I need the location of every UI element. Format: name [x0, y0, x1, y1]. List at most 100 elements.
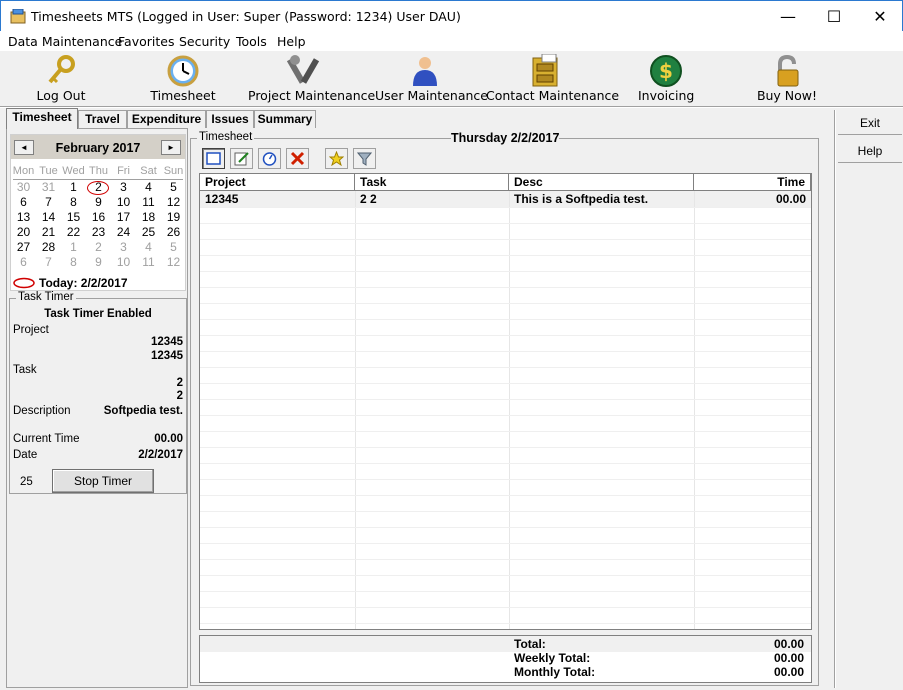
- calendar-day[interactable]: 4: [136, 180, 161, 194]
- calendar-day[interactable]: 31: [36, 180, 61, 194]
- calendar-day[interactable]: 11: [136, 255, 161, 269]
- buy-now-button[interactable]: Buy Now!: [756, 51, 818, 105]
- calendar-day[interactable]: 8: [61, 255, 86, 269]
- close-button[interactable]: ✕: [857, 1, 903, 31]
- calendar-day[interactable]: 5: [161, 180, 186, 194]
- calendar-dow: Mon: [12, 165, 35, 177]
- calendar-day[interactable]: 7: [36, 255, 61, 269]
- calendar-day[interactable]: 25: [136, 225, 161, 239]
- calendar-day[interactable]: 1: [61, 180, 86, 194]
- maximize-button[interactable]: ☐: [811, 1, 857, 31]
- project-maintenance-button[interactable]: Project Maintenance: [248, 51, 375, 105]
- calendar-day[interactable]: 18: [136, 210, 161, 224]
- calendar-day[interactable]: 28: [36, 240, 61, 254]
- calendar-day[interactable]: 4: [136, 240, 161, 254]
- calendar-day[interactable]: 11: [136, 195, 161, 209]
- calendar-day[interactable]: 21: [36, 225, 61, 239]
- calendar-day[interactable]: 3: [111, 240, 136, 254]
- timesheet-label: Timesheet: [150, 88, 216, 103]
- calendar-day[interactable]: 15: [61, 210, 86, 224]
- main-toolbar: Log Out Timesheet Project Maintenance Us…: [0, 51, 903, 106]
- calendar-day[interactable]: 17: [111, 210, 136, 224]
- calendar-day[interactable]: 12: [161, 195, 186, 209]
- calendar-dow: Sat: [140, 165, 157, 177]
- exit-button[interactable]: Exit: [838, 111, 902, 135]
- grid-row-line: [200, 511, 811, 512]
- stop-timer-button[interactable]: Stop Timer: [52, 469, 154, 493]
- tab-expenditure[interactable]: Expenditure: [127, 110, 206, 128]
- column-header-desc[interactable]: Desc: [509, 174, 694, 191]
- tab-timesheet[interactable]: Timesheet: [6, 108, 78, 129]
- calendar-day[interactable]: 1: [61, 240, 86, 254]
- calendar-day[interactable]: 3: [111, 180, 136, 194]
- select-button[interactable]: [202, 148, 225, 169]
- calendar-day[interactable]: 22: [61, 225, 86, 239]
- timesheet-button[interactable]: Timesheet: [150, 51, 216, 105]
- calendar-day[interactable]: 20: [11, 225, 36, 239]
- menu-tools[interactable]: Tools: [236, 34, 267, 49]
- timer-button[interactable]: [258, 148, 281, 169]
- next-month-button[interactable]: ►: [161, 140, 181, 155]
- timesheet-grid[interactable]: Project Task Desc Time 12345 2 2 This is…: [199, 173, 812, 630]
- calendar-day[interactable]: 9: [86, 255, 111, 269]
- row-time-cell[interactable]: 00.00: [694, 191, 811, 207]
- menu-data-maintenance[interactable]: Data Maintenance: [8, 34, 122, 49]
- menu-favorites[interactable]: Favorites: [118, 34, 174, 49]
- help-button[interactable]: Help: [838, 139, 902, 163]
- calendar-day[interactable]: 16: [86, 210, 111, 224]
- menu-bar: Data Maintenance Favorites Security Tool…: [0, 31, 903, 51]
- calendar-day[interactable]: 19: [161, 210, 186, 224]
- calendar-day[interactable]: 9: [86, 195, 111, 209]
- calendar-day[interactable]: 30: [11, 180, 36, 194]
- calendar-day[interactable]: 7: [36, 195, 61, 209]
- invoicing-button[interactable]: $ Invoicing: [638, 51, 694, 105]
- row-desc-cell[interactable]: This is a Softpedia test.: [509, 191, 694, 207]
- log-out-label: Log Out: [36, 88, 86, 103]
- project-value-2: 12345: [151, 350, 183, 362]
- calendar-day[interactable]: 2: [86, 240, 111, 254]
- delete-button[interactable]: [286, 148, 309, 169]
- menu-help[interactable]: Help: [277, 34, 306, 49]
- calendar-day[interactable]: 10: [111, 195, 136, 209]
- calendar-dow: Tue: [39, 165, 58, 177]
- date-value: 2/2/2017: [138, 449, 183, 461]
- calendar-day[interactable]: 26: [161, 225, 186, 239]
- grid-row-line: [200, 303, 811, 304]
- current-time-value: 00.00: [154, 433, 183, 445]
- filter-button[interactable]: [353, 148, 376, 169]
- column-header-task[interactable]: Task: [355, 174, 509, 191]
- calendar-today[interactable]: Today: 2/2/2017: [39, 276, 128, 290]
- calendar-day[interactable]: 6: [11, 195, 36, 209]
- column-header-project[interactable]: Project: [200, 174, 355, 191]
- row-project-cell[interactable]: 12345: [200, 191, 355, 207]
- calendar-day[interactable]: 12: [161, 255, 186, 269]
- tab-travel[interactable]: Travel: [78, 110, 127, 128]
- grid-row-line: [200, 495, 811, 496]
- calendar-day[interactable]: 10: [111, 255, 136, 269]
- calendar-day[interactable]: 6: [11, 255, 36, 269]
- calendar-day[interactable]: 13: [11, 210, 36, 224]
- row-task-cell[interactable]: 2 2: [355, 191, 509, 207]
- calendar-day[interactable]: 24: [111, 225, 136, 239]
- project-value: 12345: [151, 336, 183, 348]
- tab-issues[interactable]: Issues: [206, 110, 254, 128]
- contact-maintenance-button[interactable]: Contact Maintenance: [486, 51, 619, 105]
- calendar-day[interactable]: 8: [61, 195, 86, 209]
- edit-button[interactable]: [230, 148, 253, 169]
- column-header-time[interactable]: Time: [694, 174, 811, 191]
- totals-band: [200, 636, 811, 652]
- right-separator: [834, 110, 836, 688]
- log-out-button[interactable]: Log Out: [30, 51, 92, 105]
- calendar-day[interactable]: 27: [11, 240, 36, 254]
- menu-security[interactable]: Security: [179, 34, 230, 49]
- month-calendar[interactable]: ◄ February 2017 ► Mon Tue Wed Thu Fri Sat Sun 3…: [10, 134, 186, 291]
- calendar-day[interactable]: 23: [86, 225, 111, 239]
- calendar-day[interactable]: 5: [161, 240, 186, 254]
- tab-summary[interactable]: Summary: [254, 110, 316, 128]
- minimize-button[interactable]: —: [765, 1, 811, 31]
- user-maintenance-button[interactable]: User Maintenance: [375, 51, 488, 105]
- tools-icon: [287, 55, 320, 84]
- calendar-divider: [13, 179, 183, 180]
- favorite-button[interactable]: [325, 148, 348, 169]
- calendar-day[interactable]: 14: [36, 210, 61, 224]
